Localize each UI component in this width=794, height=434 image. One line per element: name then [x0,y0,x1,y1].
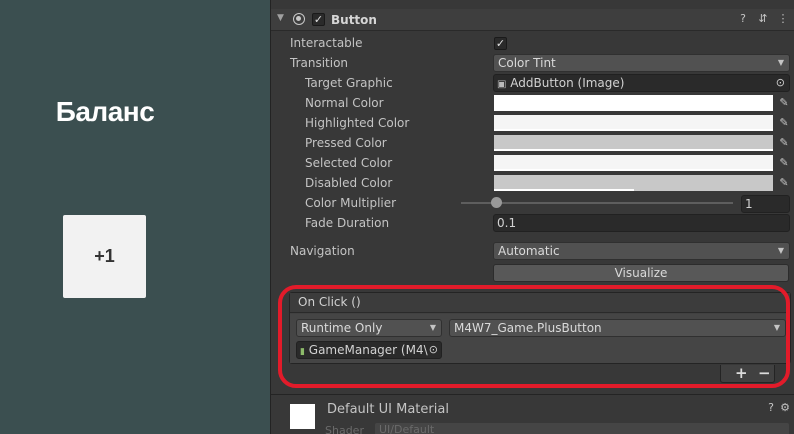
highlighted-color-swatch[interactable] [494,115,773,131]
image-icon: ▣ [497,79,507,90]
separator [271,394,794,395]
eyedropper-icon[interactable]: ✎ [776,95,792,111]
transition-label: Transition [290,56,349,70]
shader-dropdown[interactable]: UI/Default [375,423,789,434]
red-highlight-outline [278,285,790,388]
selected-color-swatch[interactable] [494,155,773,171]
help-icon[interactable]: ? [764,401,778,415]
navigation-label: Navigation [290,244,355,258]
color-multiplier-knob[interactable] [491,197,502,208]
color-multiplier-label: Color Multiplier [305,196,397,210]
component-radio-icon [293,13,305,25]
pressed-color-label: Pressed Color [305,136,387,150]
inspector-panel: ▼ ✓ Button ? ⇵ ⋮ Interactable ✓ Transiti… [271,0,794,434]
visualize-button[interactable]: Visualize [493,264,789,282]
disabled-color-label: Disabled Color [305,176,393,190]
balance-title: Баланс [55,96,155,127]
presets-icon[interactable]: ⇵ [756,12,770,26]
highlighted-color-label: Highlighted Color [305,116,410,130]
interactable-label: Interactable [290,36,363,50]
game-view: Баланс +1 [0,0,270,434]
target-graphic-label: Target Graphic [305,76,393,90]
component-enabled-checkbox[interactable]: ✓ [312,13,325,26]
disabled-color-swatch[interactable] [494,175,773,191]
object-picker-icon[interactable]: ⊙ [776,75,785,91]
transition-value: Color Tint [498,56,556,70]
interactable-checkbox[interactable]: ✓ [494,37,507,50]
target-graphic-field[interactable]: ▣ AddButton (Image) ⊙ [493,74,790,92]
plus-one-button[interactable]: +1 [63,215,146,298]
help-icon[interactable]: ? [736,12,750,26]
component-title: Button [331,13,377,27]
selected-color-label: Selected Color [305,156,393,170]
button-component-header[interactable]: ▼ ✓ Button ? ⇵ ⋮ [271,9,794,31]
fold-arrow-icon[interactable]: ▼ [277,13,284,23]
navigation-dropdown[interactable]: Automatic ▼ [493,242,790,260]
shader-label: Shader [325,424,364,434]
normal-color-label: Normal Color [305,96,384,110]
component-menu-icon[interactable]: ⋮ [776,12,790,26]
fade-duration-label: Fade Duration [305,216,390,230]
gear-icon[interactable]: ⚙ [778,401,792,415]
chevron-down-icon: ▼ [777,58,784,67]
pressed-color-swatch[interactable] [494,135,773,151]
eyedropper-icon[interactable]: ✎ [776,175,792,191]
eyedropper-icon[interactable]: ✎ [776,155,792,171]
fade-duration-field[interactable]: 0.1 [493,214,790,232]
material-title: Default UI Material [327,402,449,417]
normal-color-swatch[interactable] [494,95,773,111]
eyedropper-icon[interactable]: ✎ [776,135,792,151]
eyedropper-icon[interactable]: ✎ [776,115,792,131]
navigation-value: Automatic [498,244,560,258]
color-multiplier-field[interactable]: 1 [741,195,790,213]
chevron-down-icon: ▼ [777,246,784,255]
target-graphic-value: AddButton (Image) [510,76,625,90]
transition-dropdown[interactable]: Color Tint ▼ [493,54,790,72]
material-preview [290,404,315,429]
